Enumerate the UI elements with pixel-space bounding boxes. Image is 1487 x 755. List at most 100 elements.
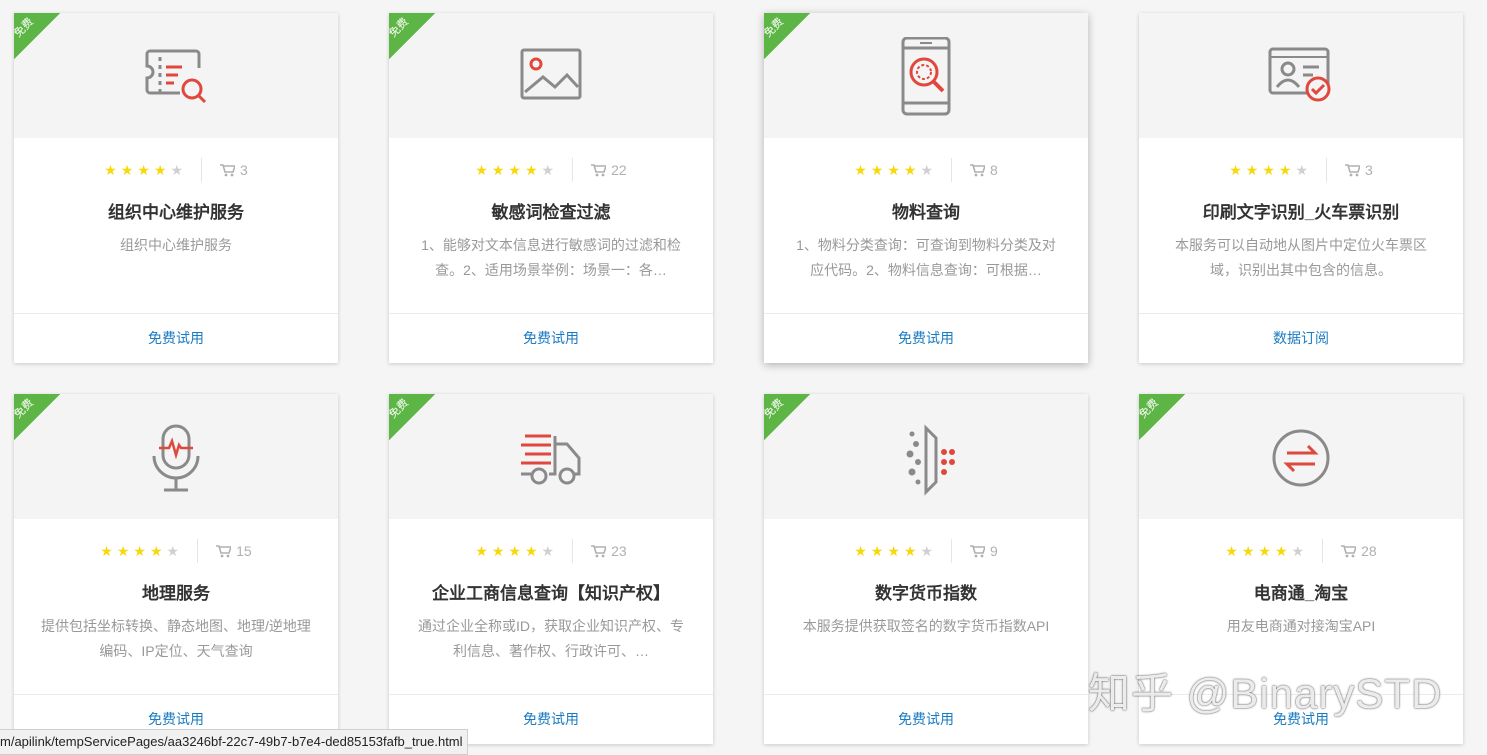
- star-icon: ★: [524, 162, 538, 178]
- star-icon: ★: [903, 543, 917, 559]
- delivery-truck-icon: [521, 434, 581, 485]
- service-card[interactable]: ★ ★ ★ ★ ★ 3 印刷文字识别_火车票识别 本服务可以自动地从图片中定位火车票区域…: [1139, 13, 1463, 363]
- star-empty-icon: ★: [170, 162, 183, 178]
- star-icon: ★: [903, 162, 917, 178]
- star-icon: ★: [149, 543, 163, 559]
- status-bar-url: m/apilink/tempServicePages/aa3246bf-22c7…: [0, 729, 468, 755]
- card-meta: ★ ★ ★ ★ ★ 8: [764, 158, 1088, 182]
- free-badge-label: 免费: [1139, 396, 1162, 422]
- star-empty-icon: ★: [541, 162, 555, 178]
- free-ribbon: 免费: [764, 13, 810, 59]
- star-icon: ★: [854, 543, 867, 559]
- service-card[interactable]: 免费 ★ ★ ★ ★ ★ 8 物料查询 1、物料分类查询：可查询到物料分类及对应代码。2…: [764, 13, 1088, 363]
- star-icon: ★: [475, 543, 488, 559]
- card-banner: 免费: [764, 13, 1088, 138]
- card-meta: ★ ★ ★ ★ ★ 23: [389, 539, 713, 563]
- free-trial-link[interactable]: 免费试用: [764, 694, 1088, 744]
- image-icon: [520, 48, 582, 100]
- star-icon: ★: [1274, 543, 1288, 559]
- free-trial-link[interactable]: 免费试用: [389, 313, 713, 363]
- card-banner: 免费: [389, 394, 713, 519]
- purchase-count: 3: [1327, 162, 1373, 178]
- card-meta: ★ ★ ★ ★ ★ 22: [389, 158, 713, 182]
- service-card[interactable]: 免费 ★ ★ ★ ★ ★ 15 地理服务 提供包括坐标转换、静态地图、地理/逆地理编码、…: [14, 394, 338, 744]
- rating-stars: ★ ★ ★ ★ ★: [854, 158, 952, 182]
- card-description: 本服务提供获取签名的数字货币指数API: [802, 618, 1050, 634]
- star-icon: ★: [508, 543, 521, 559]
- card-banner: 免费: [14, 394, 338, 519]
- star-icon: ★: [1241, 543, 1255, 559]
- free-badge-label: 免费: [389, 396, 412, 422]
- card-title[interactable]: 数字货币指数: [774, 579, 1078, 604]
- service-card[interactable]: 免费 ★ ★ ★ ★ ★ 22 敏感词检查过滤 1、能够对文本信息进行敏感词的过滤和检查…: [389, 13, 713, 363]
- rating-stars: ★ ★ ★ ★ ★: [475, 539, 574, 563]
- count-value: 9: [990, 543, 998, 559]
- cart-icon: [1345, 163, 1360, 176]
- star-empty-icon: ★: [920, 162, 933, 178]
- card-title[interactable]: 地理服务: [24, 579, 328, 604]
- digital-dots-icon: [906, 424, 955, 496]
- card-meta: ★ ★ ★ ★ ★ 3: [14, 158, 338, 182]
- count-value: 15: [236, 543, 252, 559]
- free-badge-label: 免费: [764, 396, 787, 422]
- star-empty-icon: ★: [541, 543, 555, 559]
- free-badge-label: 免费: [764, 15, 787, 41]
- data-subscribe-link[interactable]: 数据订阅: [1139, 313, 1463, 363]
- star-icon: ★: [887, 162, 900, 178]
- free-badge-label: 免费: [14, 396, 37, 422]
- card-title[interactable]: 印刷文字识别_火车票识别: [1149, 198, 1453, 223]
- purchase-count: 28: [1323, 543, 1377, 559]
- card-title[interactable]: 敏感词检查过滤: [399, 198, 703, 223]
- purchase-count: 22: [573, 162, 627, 178]
- star-icon: ★: [1258, 543, 1271, 559]
- card-title[interactable]: 企业工商信息查询【知识产权】: [399, 579, 703, 604]
- id-card-check-icon: [1268, 47, 1331, 102]
- cart-icon: [1341, 544, 1357, 557]
- card-banner: 免费: [14, 13, 338, 138]
- star-icon: ★: [120, 162, 134, 178]
- card-title[interactable]: 组织中心维护服务: [24, 198, 328, 223]
- star-icon: ★: [854, 162, 867, 178]
- count-value: 22: [611, 162, 627, 178]
- star-icon: ★: [1245, 162, 1259, 178]
- card-description: 提供包括坐标转换、静态地图、地理/逆地理编码、IP定位、天气查询: [41, 618, 311, 659]
- card-description: 1、物料分类查询：可查询到物料分类及对应代码。2、物料信息查询：可根据…: [796, 237, 1056, 278]
- free-badge-label: 免费: [389, 15, 412, 41]
- service-card[interactable]: 免费 ★ ★ ★ ★ ★ 23 企业工商信息查询【知识产权】 通过企业全称或ID，获取企…: [389, 394, 713, 744]
- rating-stars: ★ ★ ★ ★ ★: [475, 158, 574, 182]
- rating-stars: ★ ★ ★ ★ ★: [854, 539, 952, 563]
- star-icon: ★: [491, 162, 505, 178]
- star-icon: ★: [870, 543, 884, 559]
- star-icon: ★: [137, 162, 150, 178]
- card-meta: ★ ★ ★ ★ ★ 28: [1139, 539, 1463, 563]
- star-icon: ★: [524, 543, 538, 559]
- star-icon: ★: [1229, 162, 1242, 178]
- free-badge-label: 免费: [14, 15, 37, 41]
- cart-icon: [220, 163, 235, 176]
- exchange-arrows-icon: [1272, 429, 1330, 487]
- card-banner: 免费: [1139, 394, 1463, 519]
- free-trial-link[interactable]: 免费试用: [764, 313, 1088, 363]
- star-empty-icon: ★: [1291, 543, 1305, 559]
- cart-icon: [591, 163, 607, 176]
- card-description: 用友电商通对接淘宝API: [1226, 618, 1376, 634]
- card-description: 通过企业全称或ID，获取企业知识产权、专利信息、著作权、行政许可、…: [418, 618, 684, 659]
- card-description: 1、能够对文本信息进行敏感词的过滤和检查。2、适用场景举例：场景一：各…: [421, 237, 681, 278]
- purchase-count: 23: [573, 543, 627, 559]
- rating-stars: ★ ★ ★ ★ ★: [1225, 539, 1324, 563]
- cart-icon: [216, 544, 232, 557]
- card-title[interactable]: 电商通_淘宝: [1149, 579, 1453, 604]
- cart-icon: [970, 163, 985, 176]
- purchase-count: 9: [952, 543, 998, 559]
- free-ribbon: 免费: [764, 394, 810, 440]
- card-title[interactable]: 物料查询: [774, 198, 1078, 223]
- free-ribbon: 免费: [1139, 394, 1185, 440]
- service-card[interactable]: 免费 ★ ★ ★ ★ ★ 9 数字货币指数 本服务提供获取签名的数字货币指数API 免费…: [764, 394, 1088, 744]
- card-banner: 免费: [389, 13, 713, 138]
- free-ribbon: 免费: [14, 394, 60, 440]
- purchase-count: 3: [202, 162, 248, 178]
- service-card[interactable]: 免费 ★ ★ ★ ★ ★ 3 组织中心维护服务 组织中心维护服务 免费试用: [14, 13, 338, 363]
- rating-stars: ★ ★ ★ ★ ★: [1229, 158, 1327, 182]
- cart-icon: [591, 544, 607, 557]
- free-trial-link[interactable]: 免费试用: [14, 313, 338, 363]
